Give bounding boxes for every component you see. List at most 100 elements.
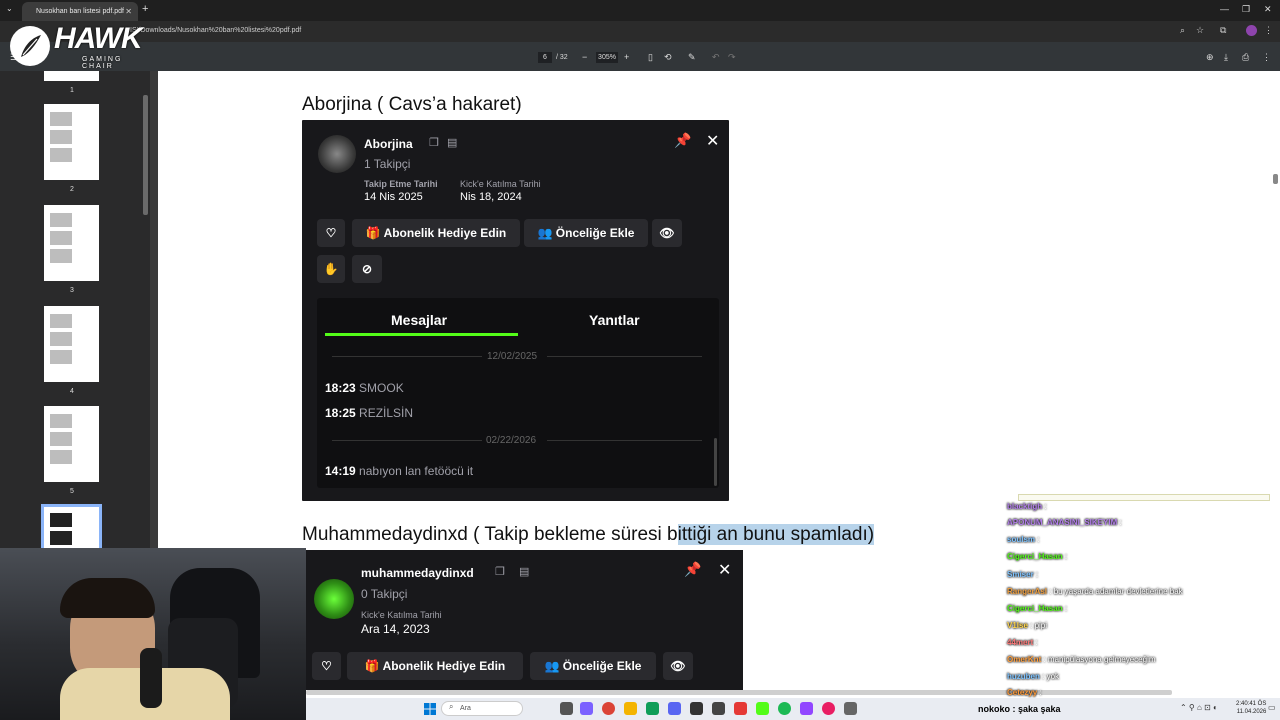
tab-close-icon[interactable]: ✕ <box>125 2 132 21</box>
zoom-out-icon[interactable]: − <box>582 51 587 63</box>
gift-subscription-label: Abonelik Hediye Edin <box>383 226 507 240</box>
twitch-icon[interactable] <box>800 702 813 715</box>
thumbnail-page-3[interactable] <box>44 205 99 281</box>
annotate-icon[interactable]: ✎ <box>688 51 696 63</box>
copy-icon[interactable]: ❐ <box>429 136 439 149</box>
tab-list-icon[interactable]: ⌄ <box>6 4 13 13</box>
windows-start-icon[interactable] <box>424 702 436 715</box>
tab-replies[interactable]: Yanıtlar <box>589 312 640 328</box>
zoom-in-icon[interactable]: + <box>624 51 629 63</box>
copy-icon[interactable]: ❐ <box>495 565 505 578</box>
profile-avatar[interactable] <box>1246 25 1257 36</box>
spotify-icon[interactable] <box>778 702 791 715</box>
card-icon[interactable]: ▤ <box>447 136 457 149</box>
message-time: 14:19 <box>325 464 356 478</box>
save-annotations-icon[interactable]: ⊕ <box>1206 51 1214 63</box>
discord-icon[interactable] <box>668 702 681 715</box>
thumbnail-page-1[interactable] <box>44 71 99 81</box>
browser-tab-bar <box>0 0 1280 21</box>
panel-scrollbar[interactable] <box>714 438 717 486</box>
gift-icon: 🎁 <box>365 226 384 240</box>
fit-page-icon[interactable]: ▯ <box>648 51 653 63</box>
tab-messages[interactable]: Mesajlar <box>391 312 447 328</box>
follower-count: 1 Takipçi <box>364 157 411 171</box>
follower-count: 0 Takipçi <box>361 587 408 601</box>
stream-chat-overlay: blacktigh : APONUM_ANASINI_SIKEYIM : sou… <box>1003 478 1280 700</box>
close-icon[interactable]: ✕ <box>718 560 731 580</box>
date-separator: 02/22/2026 <box>486 435 537 446</box>
url-text[interactable]: ISI/Downloads/Nusokhan%20ban%20listesi%2… <box>130 24 301 38</box>
app-icon[interactable] <box>580 702 593 715</box>
favorite-button[interactable]: ♡ <box>312 652 341 680</box>
pin-icon[interactable]: 📌 <box>684 561 701 578</box>
zoom-icon[interactable]: ⌕ <box>1180 25 1185 36</box>
join-date-label: Kick'e Katılma Tarihi <box>460 179 541 189</box>
browser-menu-icon[interactable]: ⋮ <box>1264 25 1273 36</box>
view-button[interactable]: 👁 <box>663 652 693 680</box>
divider <box>332 440 482 441</box>
app-icon[interactable] <box>734 702 747 715</box>
thumbnail-page-6-active[interactable] <box>41 504 102 551</box>
maximize-icon[interactable]: ❐ <box>1242 4 1250 15</box>
chat-message: 14:19 nabıyon lan fetööcü it <box>325 464 473 478</box>
username: muhammedaydinxd <box>361 566 474 580</box>
card-icon[interactable]: ▤ <box>519 565 529 578</box>
username: Aborjina <box>364 137 413 151</box>
app-icon[interactable] <box>690 702 703 715</box>
app-icon[interactable] <box>844 702 857 715</box>
favorite-button[interactable]: ♡ <box>317 219 345 247</box>
chat-bottom-line: nokoko : şaka şaka <box>978 704 1061 714</box>
app-icon[interactable] <box>822 702 835 715</box>
bookmark-star-icon[interactable]: ☆ <box>1196 25 1204 36</box>
gift-subscription-button[interactable]: 🎁 Abonelik Hediye Edin <box>347 652 523 680</box>
hammer-icon: ✋ <box>323 262 339 276</box>
message-text: REZİLSİN <box>359 406 414 420</box>
document-scrollbar[interactable] <box>1273 174 1278 184</box>
chat-line: blacktigh : <box>1007 502 1047 511</box>
pin-icon[interactable]: 📌 <box>674 132 691 149</box>
tray-icons[interactable]: ⌃ ⚲ ⌂ ⊡ ◐ <box>1180 703 1218 712</box>
gift-subscription-button[interactable]: 🎁 Abonelik Hediye Edin <box>352 219 520 247</box>
message-time: 18:25 <box>325 406 356 420</box>
taskbar-clock[interactable]: 2:40:41 ÖS 11.04.2026 <box>1236 700 1266 716</box>
thumbnail-page-2[interactable] <box>44 104 99 180</box>
chrome-icon[interactable] <box>602 702 615 715</box>
print-icon[interactable]: ⎙ <box>1242 51 1249 63</box>
file-explorer-icon[interactable] <box>624 702 637 715</box>
undo-icon[interactable]: ↶ <box>712 51 720 63</box>
pdf-more-icon[interactable]: ⋮ <box>1262 51 1271 63</box>
download-icon[interactable]: ⤓ <box>1224 51 1228 63</box>
close-icon[interactable]: ✕ <box>706 131 719 151</box>
chat-line: soulsm : <box>1007 535 1040 544</box>
window-close-icon[interactable]: ✕ <box>1264 4 1272 15</box>
add-priority-button[interactable]: 👥 Önceliğe Ekle <box>524 219 648 247</box>
thumbnail-page-4[interactable] <box>44 306 99 382</box>
rotate-icon[interactable]: ⟲ <box>664 51 672 63</box>
new-tab-icon[interactable]: + <box>142 3 148 15</box>
edge-icon[interactable] <box>646 702 659 715</box>
chat-line: Smiser : <box>1007 570 1039 579</box>
timeout-button[interactable]: ✋ <box>317 255 345 283</box>
app-icon[interactable] <box>712 702 725 715</box>
browser-tab[interactable]: Nusokhan ban listesi pdf.pdf ✕ <box>22 2 138 21</box>
zoom-level-input[interactable]: 305% <box>596 52 618 63</box>
page-total: / 32 <box>556 54 568 61</box>
notification-icon[interactable]: ▭ <box>1268 703 1276 712</box>
ban-button[interactable]: ⊘ <box>352 255 382 283</box>
extensions-icon[interactable]: ⧉ <box>1220 25 1226 36</box>
message-text: SMOOK <box>359 381 404 395</box>
redo-icon[interactable]: ↷ <box>728 51 736 63</box>
thumbnail-page-5[interactable] <box>44 406 99 482</box>
chat-line: Cetezyy : <box>1007 688 1042 697</box>
minimize-icon[interactable]: — <box>1220 4 1229 14</box>
divider <box>332 356 482 357</box>
view-button[interactable]: 👁 <box>652 219 682 247</box>
sidebar-scrollbar[interactable] <box>143 95 148 215</box>
page-number-input[interactable]: 6 <box>538 52 552 63</box>
chat-input-bar[interactable] <box>1018 494 1270 501</box>
kick-icon[interactable] <box>756 702 769 715</box>
add-priority-button[interactable]: 👥 Önceliğe Ekle <box>530 652 656 680</box>
task-view-icon[interactable] <box>560 702 573 715</box>
heart-icon: ♡ <box>321 659 332 673</box>
message-history-panel: Mesajlar Yanıtlar 12/02/2025 18:23 SMOOK… <box>317 298 719 488</box>
